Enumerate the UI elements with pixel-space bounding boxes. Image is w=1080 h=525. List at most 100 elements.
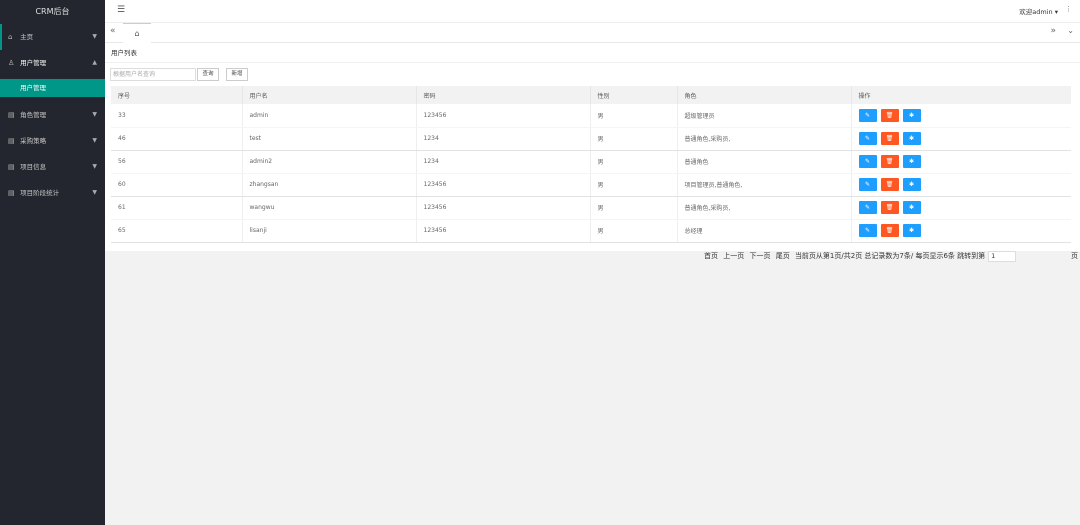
cell-roles: 普通角色 (676, 150, 851, 174)
sidebar: CRM后台 ⌂ 主页 ▼ ♙ 用户管理 ▲ 用户管理 ▤ 角色管理 ▼ ▤ 采购… (0, 0, 105, 525)
edit-icon[interactable]: ✎ (858, 132, 877, 145)
cell-id: 46 (111, 127, 242, 151)
cell-gender: 男 (589, 150, 677, 174)
settings-icon[interactable]: ✱ (902, 132, 921, 145)
cell-gender: 男 (589, 173, 677, 197)
chevron-down-icon: ▼ (92, 137, 97, 144)
sidebar-item-label: 主页 (20, 33, 34, 41)
menu-toggle-icon[interactable]: ☰ (117, 5, 125, 15)
sidebar-item-label: 项目阶段统计 (20, 189, 60, 197)
page-info: 当前页从第1页/共2页 总记录数为7条/ 每页显示6条 跳转到第 (794, 252, 986, 260)
cell-username: test (241, 127, 416, 151)
delete-icon[interactable]: 🗑 (880, 132, 899, 145)
sidebar-subitem-user-management[interactable]: 用户管理 (0, 79, 105, 97)
query-button[interactable]: 查询 (197, 68, 219, 81)
edit-icon[interactable]: ✎ (858, 178, 877, 191)
cell-actions: ✎ 🗑 ✱ (850, 150, 1071, 174)
cell-id: 56 (111, 150, 242, 174)
tab-home[interactable]: ⌂ (123, 23, 151, 43)
chevron-down-icon: ▼ (92, 111, 97, 118)
table-row: 46 test 1234 男 普通角色,采购员, ✎ 🗑 ✱ (111, 127, 1071, 151)
more-options-icon[interactable]: ⋮ (1065, 5, 1072, 13)
user-icon: ♙ (8, 59, 15, 67)
tab-scroll-right-icon[interactable]: » (1050, 26, 1056, 36)
column-header: 序号 (118, 92, 131, 100)
column-header: 密码 (415, 86, 590, 104)
sidebar-item-project-info[interactable]: ▤ 项目信息 ▼ (0, 154, 105, 180)
cell-id: 65 (111, 219, 242, 243)
cell-actions: ✎ 🗑 ✱ (850, 196, 1071, 220)
user-list-panel: 用户列表 根据用户名查询 查询 新增 序号 用户名 密码 性别 角色 操作 33 (105, 43, 1080, 251)
user-menu[interactable]: 欢迎admin ▾ (1019, 6, 1058, 16)
settings-icon[interactable]: ✱ (902, 155, 921, 168)
cell-password: 1234 (415, 150, 590, 174)
settings-icon[interactable]: ✱ (902, 224, 921, 237)
table-row: 60 zhangsan 123456 男 项目管理员,普通角色, ✎ 🗑 ✱ (111, 173, 1071, 197)
prev-page-link[interactable]: 上一页 (723, 252, 744, 260)
chevron-up-icon: ▲ (92, 59, 97, 66)
sidebar-item-label: 角色管理 (20, 111, 47, 119)
cell-roles: 总经理 (676, 219, 851, 243)
delete-icon[interactable]: 🗑 (880, 155, 899, 168)
list-icon: ▤ (8, 189, 15, 197)
column-header: 角色 (676, 86, 851, 104)
cell-username: admin2 (241, 150, 416, 174)
cell-username: lisanji (241, 219, 416, 243)
delete-icon[interactable]: 🗑 (880, 178, 899, 191)
sidebar-item-project-stats[interactable]: ▤ 项目阶段统计 ▼ (0, 180, 105, 206)
cell-roles: 超级管理员 (676, 104, 851, 128)
chevron-down-icon: ▼ (92, 33, 97, 40)
cell-gender: 男 (589, 127, 677, 151)
first-page-link[interactable]: 首页 (704, 252, 718, 260)
cell-gender: 男 (589, 104, 677, 128)
settings-icon[interactable]: ✱ (902, 108, 921, 122)
add-button[interactable]: 新增 (226, 68, 248, 81)
cell-roles: 普通角色,采购员, (676, 127, 851, 151)
delete-icon[interactable]: 🗑 (880, 224, 899, 237)
tab-scroll-left-icon[interactable]: « (110, 26, 116, 36)
tab-bar: « ⌂ » ⌄ (105, 23, 1080, 43)
edit-icon[interactable]: ✎ (858, 224, 877, 237)
pagination: 首页 上一页 下一页 尾页 当前页从第1页/共2页 总记录数为7条/ 每页显示6… (704, 250, 1019, 262)
cell-password: 1234 (415, 127, 590, 151)
tab-options-icon[interactable]: ⌄ (1067, 26, 1074, 35)
settings-icon[interactable]: ✱ (902, 178, 921, 191)
cell-roles: 普通角色,采购员, (676, 196, 851, 220)
cell-username: wangwu (241, 196, 416, 220)
next-page-link[interactable]: 下一页 (749, 252, 770, 260)
page-suffix: 页 (1071, 252, 1078, 260)
table-row: 61 wangwu 123456 男 普通角色,采购员, ✎ 🗑 ✱ (111, 196, 1071, 220)
list-icon: ▤ (8, 111, 15, 119)
column-header: 性别 (589, 86, 677, 104)
panel-title: 用户列表 (111, 49, 137, 57)
list-icon: ▤ (8, 137, 15, 145)
cell-username: admin (241, 104, 416, 128)
chevron-down-icon: ▼ (92, 163, 97, 170)
sidebar-item-label: 用户管理 (20, 59, 47, 67)
cell-gender: 男 (589, 219, 677, 243)
column-header: 操作 (850, 86, 1071, 104)
cell-password: 123456 (415, 196, 590, 220)
last-page-link[interactable]: 尾页 (776, 252, 790, 260)
cell-actions: ✎ 🗑 ✱ (850, 127, 1071, 151)
cell-roles: 项目管理员,普通角色, (676, 173, 851, 197)
page-jump-input[interactable]: 1 (988, 250, 1017, 262)
cell-gender: 男 (589, 196, 677, 220)
cell-password: 123456 (415, 219, 590, 243)
chevron-down-icon: ▼ (92, 189, 97, 196)
delete-icon[interactable]: 🗑 (880, 201, 899, 214)
delete-icon[interactable]: 🗑 (880, 108, 899, 122)
sidebar-item-user-management[interactable]: ♙ 用户管理 ▲ (0, 50, 105, 76)
sidebar-item-home[interactable]: ⌂ 主页 ▼ (0, 24, 105, 50)
table-row: 65 lisanji 123456 男 总经理 ✎ 🗑 ✱ (111, 219, 1071, 243)
sidebar-item-role-management[interactable]: ▤ 角色管理 ▼ (0, 102, 105, 128)
sidebar-item-procurement[interactable]: ▤ 采购策略 ▼ (0, 128, 105, 154)
edit-icon[interactable]: ✎ (858, 201, 877, 214)
search-input[interactable]: 根据用户名查询 (110, 68, 196, 81)
table-row: 56 admin2 1234 男 普通角色 ✎ 🗑 ✱ (111, 150, 1071, 174)
settings-icon[interactable]: ✱ (902, 201, 921, 214)
edit-icon[interactable]: ✎ (858, 155, 877, 168)
edit-icon[interactable]: ✎ (858, 108, 877, 122)
cell-actions: ✎ 🗑 ✱ (850, 173, 1071, 197)
cell-password: 123456 (415, 104, 590, 128)
